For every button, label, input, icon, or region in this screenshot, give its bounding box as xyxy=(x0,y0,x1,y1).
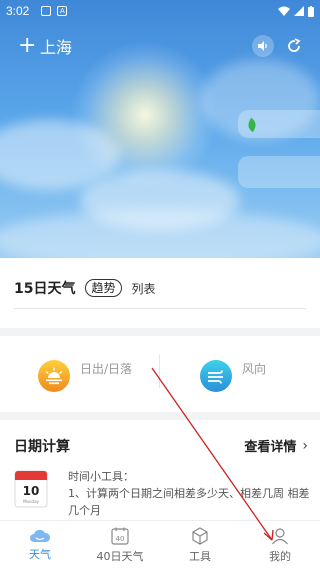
tab-tools-label: 工具 xyxy=(189,550,211,563)
battery-icon xyxy=(308,5,314,17)
wind-icon xyxy=(200,360,232,392)
city-name[interactable]: 上海 xyxy=(40,34,72,58)
calendar-40-icon: 40 xyxy=(111,527,129,545)
user-icon xyxy=(272,528,288,545)
status-time: 3:02 xyxy=(6,4,30,18)
tab-list[interactable]: 列表 xyxy=(132,280,156,297)
top-bar: + 上海 xyxy=(0,30,320,62)
app-notification-icon: A xyxy=(57,6,68,16)
tab-mine[interactable]: 我的 xyxy=(240,521,320,568)
bottom-tab-bar: 天气 40 40日天气 工具 我的 xyxy=(0,520,320,568)
tab-tools[interactable]: 工具 xyxy=(160,521,240,568)
tab-weather-label: 天气 xyxy=(29,548,51,561)
sunrise-sunset-item[interactable]: 日出/日落 xyxy=(38,360,132,392)
wind-label: 风向 xyxy=(242,362,267,376)
wind-direction-item[interactable]: 风向 xyxy=(200,360,266,392)
box-icon xyxy=(192,527,208,545)
sun-wind-card: 日出/日落 风向 xyxy=(0,336,320,412)
calendar-40-text: 40 xyxy=(116,535,125,543)
share-button[interactable] xyxy=(286,38,302,54)
desc-line-1: 时间小工具： xyxy=(68,470,134,483)
tab-mine-label: 我的 xyxy=(269,550,291,563)
date-calc-title: 日期计算 xyxy=(14,439,70,455)
plus-icon[interactable]: + xyxy=(18,35,36,57)
vertical-divider xyxy=(159,354,160,388)
sunrise-icon xyxy=(38,360,70,392)
air-quality-pill[interactable] xyxy=(238,110,320,138)
status-bar: 3:02 A xyxy=(0,0,320,22)
tab-40-day[interactable]: 40 40日天气 xyxy=(80,521,160,568)
tab-40-day-label: 40日天气 xyxy=(96,550,144,563)
tab-weather[interactable]: 天气 xyxy=(0,521,80,568)
calendar-day: 10 xyxy=(23,484,40,498)
divider xyxy=(14,308,306,309)
share-icon xyxy=(288,38,301,52)
sun-glow xyxy=(70,40,220,190)
tab-trend[interactable]: 趋势 xyxy=(85,279,122,297)
speaker-button[interactable] xyxy=(252,35,274,57)
notification-icon xyxy=(41,6,52,16)
chevron-right-icon: › xyxy=(302,437,308,454)
date-calc-card: 日期计算 查看详情 › 10 Monday 时间小工具： 1、计算两个日期之间相… xyxy=(0,420,320,520)
sunrise-label: 日出/日落 xyxy=(80,362,133,376)
forecast-title: 15日天气 xyxy=(14,281,76,297)
calendar-icon: 10 Monday xyxy=(14,470,48,508)
date-calc-description: 时间小工具： 1、计算两个日期之间相差多少天、相差几周 相差几个月 xyxy=(68,468,312,519)
wifi-icon xyxy=(278,6,290,16)
calendar-weekday: Monday xyxy=(23,499,39,504)
view-details-label: 查看详情 xyxy=(244,440,297,455)
view-details-link[interactable]: 查看详情 › xyxy=(244,436,308,456)
weather-info-pill[interactable] xyxy=(238,156,320,188)
signal-icon xyxy=(294,6,304,16)
speaker-icon xyxy=(258,41,267,51)
cloud-icon xyxy=(30,529,51,542)
forecast-15-card: 15日天气 趋势 列表 xyxy=(0,258,320,328)
desc-line-2: 1、计算两个日期之间相差多少天、相差几周 相差几个月 xyxy=(68,487,310,517)
leaf-icon xyxy=(245,117,259,133)
